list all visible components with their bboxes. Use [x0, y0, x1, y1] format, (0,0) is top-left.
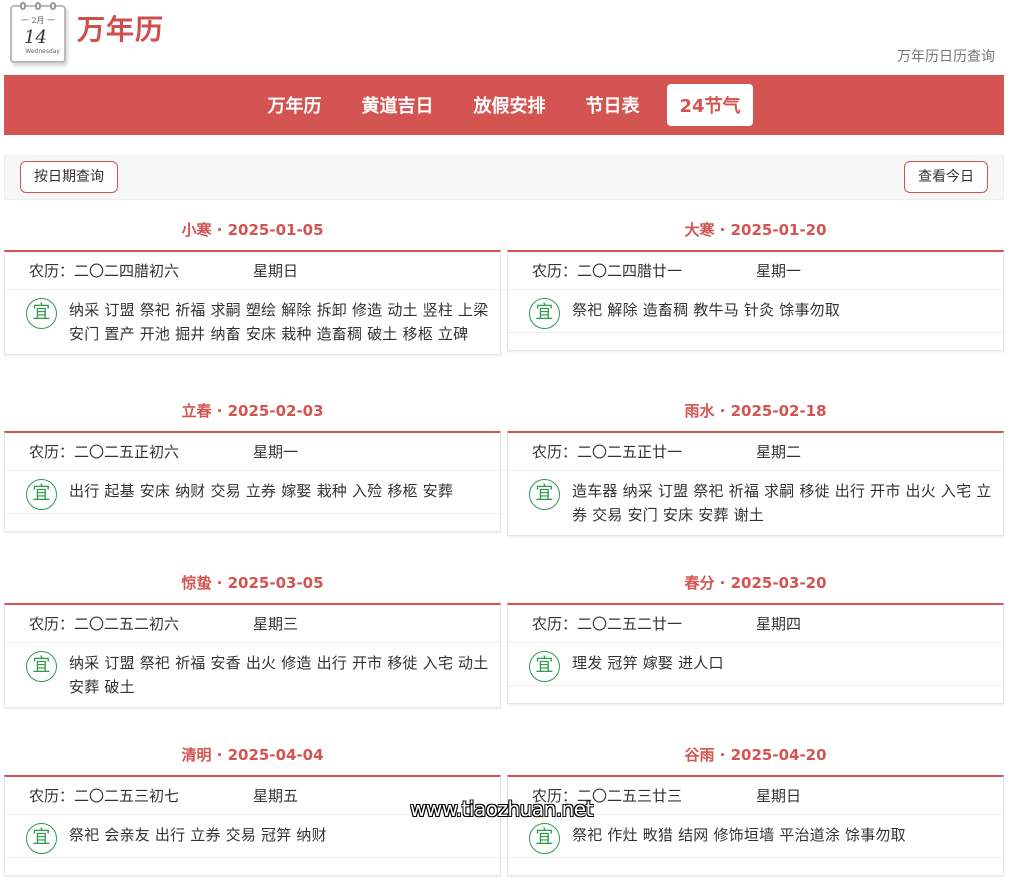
yi-icon: 宜	[529, 823, 560, 854]
empty-row	[5, 513, 500, 531]
weekday: 星期一	[756, 262, 802, 280]
card-title[interactable]: 惊蛰 · 2025-03-05	[4, 553, 501, 603]
lunar-date: 农历：二〇二五二廿一	[532, 615, 683, 633]
card-body: 农历：二〇二五正初六 星期一 宜出行 起基 安床 纳财 交易 立券 嫁娶 栽种 入…	[4, 431, 501, 532]
empty-row	[508, 685, 1003, 703]
nav-item-festivals[interactable]: 节日表	[573, 84, 651, 126]
yi-icon: 宜	[529, 479, 560, 510]
yi-icon: 宜	[26, 298, 57, 329]
watermark-text: www.tiaozhuan.net	[410, 797, 593, 821]
card-title[interactable]: 春分 · 2025-03-20	[507, 553, 1004, 603]
main-nav: 万年历 黄道吉日 放假安排 节日表 24节气	[4, 75, 1004, 135]
weekday: 星期日	[253, 262, 299, 280]
lunar-date: 农历：二〇二五正廿一	[532, 443, 683, 461]
yi-icon: 宜	[26, 823, 57, 854]
yi-text: 纳采 订盟 祭祀 祈福 安香 出火 修造 出行 开市 移徙 入宅 动土 安葬 破…	[69, 654, 489, 696]
yi-row: 宜造车器 纳采 订盟 祭祀 祈福 求嗣 移徙 出行 开市 出火 入宅 立券 交易…	[508, 471, 1003, 535]
lunar-date: 农历：二〇二五三初七	[29, 787, 180, 805]
yi-text: 祭祀 作灶 畋猎 结网 修饰垣墙 平治道涂 馀事勿取	[572, 826, 906, 844]
card-title[interactable]: 大寒 · 2025-01-20	[507, 200, 1004, 250]
yi-text: 造车器 纳采 订盟 祭祀 祈福 求嗣 移徙 出行 开市 出火 入宅 立券 交易 …	[572, 482, 992, 524]
yi-icon: 宜	[26, 651, 57, 682]
solar-term-card: 立春 · 2025-02-03 农历：二〇二五正初六 星期一 宜出行 起基 安床 …	[4, 381, 501, 532]
lunar-date: 农历：二〇二四腊廿一	[532, 262, 683, 280]
yi-row: 宜祭祀 会亲友 出行 立券 交易 冠笄 纳财	[5, 815, 500, 857]
card-body: 农历：二〇二五二廿一 星期四 宜理发 冠笄 嫁娶 进人口	[507, 603, 1004, 704]
lunar-date: 农历：二〇二五二初六	[29, 615, 180, 633]
nav-item-calendar[interactable]: 万年历	[255, 84, 333, 126]
card-body: 农历：二〇二五三廿三 星期日 宜祭祀 作灶 畋猎 结网 修饰垣墙 平治道涂 馀事勿…	[507, 775, 1004, 876]
yi-row: 宜纳采 订盟 祭祀 祈福 求嗣 塑绘 解除 拆卸 修造 动土 竖柱 上梁 安门 …	[5, 290, 500, 354]
site-title[interactable]: 万年历	[77, 8, 164, 48]
card-body: 农历：二〇二四腊廿一 星期一 宜祭祀 解除 造畜稠 教牛马 针灸 馀事勿取	[507, 250, 1004, 351]
yi-text: 祭祀 解除 造畜稠 教牛马 针灸 馀事勿取	[572, 301, 841, 319]
yi-text: 纳采 订盟 祭祀 祈福 求嗣 塑绘 解除 拆卸 修造 动土 竖柱 上梁 安门 置…	[69, 301, 489, 343]
yi-text: 出行 起基 安床 纳财 交易 立券 嫁娶 栽种 入殓 移柩 安葬	[69, 482, 454, 500]
logo-day: 14	[24, 27, 47, 48]
toolbar: 按日期查询 查看今日	[4, 155, 1004, 200]
nav-item-auspicious-days[interactable]: 黄道吉日	[349, 84, 445, 126]
empty-row	[508, 332, 1003, 350]
card-body: 农历：二〇二五二初六 星期三 宜纳采 订盟 祭祀 祈福 安香 出火 修造 出行 开…	[4, 603, 501, 708]
solar-term-card: 惊蛰 · 2025-03-05 农历：二〇二五二初六 星期三 宜纳采 订盟 祭祀 …	[4, 553, 501, 708]
yi-row: 宜出行 起基 安床 纳财 交易 立券 嫁娶 栽种 入殓 移柩 安葬	[5, 471, 500, 513]
empty-row	[5, 857, 500, 875]
weekday: 星期二	[756, 443, 802, 461]
yi-row: 宜纳采 订盟 祭祀 祈福 安香 出火 修造 出行 开市 移徙 入宅 动土 安葬 …	[5, 643, 500, 707]
view-today-button[interactable]: 查看今日	[904, 161, 988, 193]
yi-row: 宜祭祀 解除 造畜稠 教牛马 针灸 馀事勿取	[508, 290, 1003, 332]
info-row: 农历：二〇二五二廿一 星期四	[508, 605, 1003, 643]
query-by-date-button[interactable]: 按日期查询	[20, 161, 118, 193]
card-body: 农历：二〇二五三初七 星期五 宜祭祀 会亲友 出行 立券 交易 冠笄 纳财	[4, 775, 501, 876]
empty-row	[508, 857, 1003, 875]
logo-month: 一 2月 一	[20, 16, 56, 25]
card-title[interactable]: 清明 · 2025-04-04	[4, 725, 501, 775]
card-title[interactable]: 谷雨 · 2025-04-20	[507, 725, 1004, 775]
lunar-date: 农历：二〇二五正初六	[29, 443, 180, 461]
yi-icon: 宜	[529, 298, 560, 329]
yi-icon: 宜	[529, 651, 560, 682]
yi-icon: 宜	[26, 479, 57, 510]
card-body: 农历：二〇二四腊初六 星期日 宜纳采 订盟 祭祀 祈福 求嗣 塑绘 解除 拆卸 修…	[4, 250, 501, 355]
site-header: 一 2月 一 14 Wednesday 万年历 万年历日历查询	[0, 0, 1017, 75]
site-subtitle: 万年历日历查询	[897, 49, 995, 65]
solar-term-card: 大寒 · 2025-01-20 农历：二〇二四腊廿一 星期一 宜祭祀 解除 造畜稠…	[507, 200, 1004, 351]
solar-term-card: 春分 · 2025-03-20 农历：二〇二五二廿一 星期四 宜理发 冠笄 嫁娶 …	[507, 553, 1004, 704]
card-title[interactable]: 小寒 · 2025-01-05	[4, 200, 501, 250]
nav-item-solar-terms[interactable]: 24节气	[667, 84, 753, 126]
weekday: 星期三	[253, 615, 299, 633]
weekday: 星期四	[756, 615, 802, 633]
weekday: 星期一	[253, 443, 299, 461]
yi-text: 祭祀 会亲友 出行 立券 交易 冠笄 纳财	[69, 826, 327, 844]
card-body: 农历：二〇二五正廿一 星期二 宜造车器 纳采 订盟 祭祀 祈福 求嗣 移徙 出行 …	[507, 431, 1004, 536]
card-title[interactable]: 雨水 · 2025-02-18	[507, 381, 1004, 431]
logo-weekday: Wednesday	[25, 48, 60, 55]
info-row: 农历：二〇二五二初六 星期三	[5, 605, 500, 643]
weekday: 星期五	[253, 787, 299, 805]
card-title[interactable]: 立春 · 2025-02-03	[4, 381, 501, 431]
nav-item-holidays[interactable]: 放假安排	[461, 84, 557, 126]
info-row: 农历：二〇二五正初六 星期一	[5, 433, 500, 471]
weekday: 星期日	[756, 787, 802, 805]
solar-term-card: 小寒 · 2025-01-05 农历：二〇二四腊初六 星期日 宜纳采 订盟 祭祀 …	[4, 200, 501, 355]
info-row: 农历：二〇二五正廿一 星期二	[508, 433, 1003, 471]
lunar-date: 农历：二〇二四腊初六	[29, 262, 180, 280]
yi-row: 宜祭祀 作灶 畋猎 结网 修饰垣墙 平治道涂 馀事勿取	[508, 815, 1003, 857]
solar-term-card: 雨水 · 2025-02-18 农历：二〇二五正廿一 星期二 宜造车器 纳采 订盟…	[507, 381, 1004, 536]
calendar-logo-icon[interactable]: 一 2月 一 14 Wednesday	[10, 2, 66, 63]
info-row: 农历：二〇二四腊廿一 星期一	[508, 252, 1003, 290]
info-row: 农历：二〇二四腊初六 星期日	[5, 252, 500, 290]
yi-row: 宜理发 冠笄 嫁娶 进人口	[508, 643, 1003, 685]
yi-text: 理发 冠笄 嫁娶 进人口	[572, 654, 724, 672]
